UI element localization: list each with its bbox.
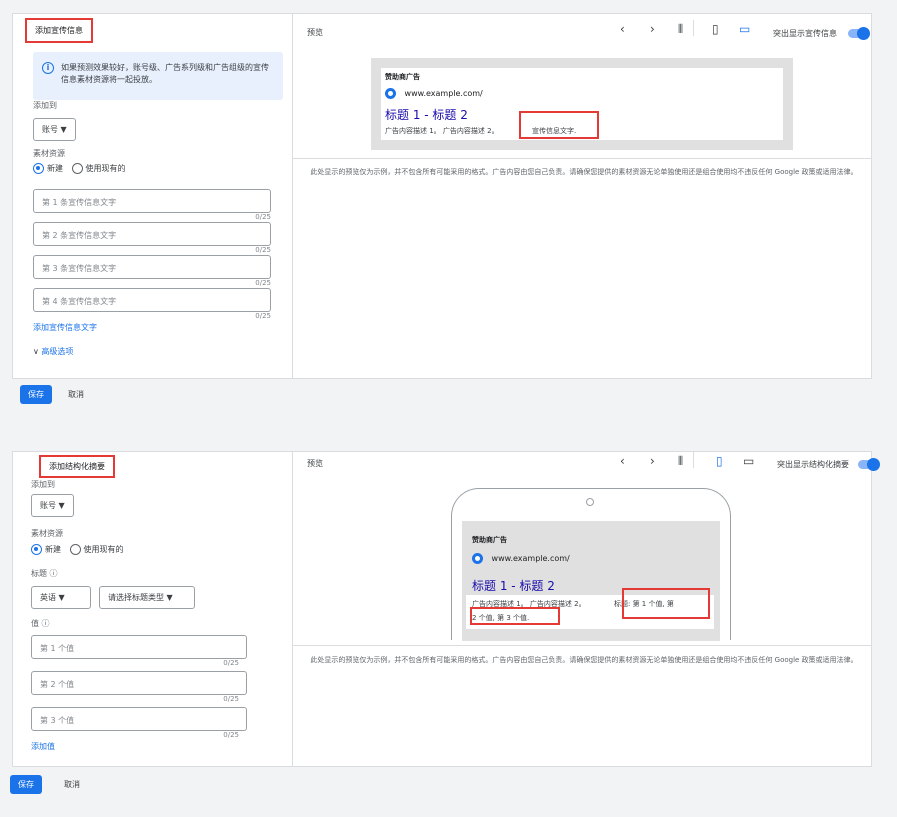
- desktop-icon[interactable]: ▭: [743, 454, 754, 468]
- save-button[interactable]: 保存: [20, 385, 52, 404]
- counter-1: 0/25: [223, 659, 239, 667]
- source-radio-group: 新建 使用现有的: [31, 544, 130, 555]
- value-input-1[interactable]: 第 1 个值: [31, 635, 247, 659]
- source-label: 素材资源: [31, 529, 63, 538]
- callout-panel: 添加宣传信息 i 如果预测效果较好，账号级、广告系列级和广告组级的宣传信息素材资…: [12, 13, 872, 379]
- ad-header: 赞助商广告: [472, 535, 507, 545]
- value-input-2[interactable]: 第 2 个值: [31, 671, 247, 695]
- preview-disclaimer: 此处显示的预览仅为示例，并不包含所有可能采用的格式。广告内容由您自己负责。请确保…: [310, 656, 858, 664]
- callout-form: 添加宣传信息 i 如果预测效果较好，账号级、广告系列级和广告组级的宣传信息素材资…: [13, 14, 293, 378]
- radio-existing-label: 使用现有的: [85, 164, 126, 173]
- cancel-button[interactable]: 取消: [64, 779, 80, 790]
- divider: [693, 452, 694, 468]
- add-value-link[interactable]: 添加值: [31, 741, 55, 752]
- panel-title: 添加结构化摘要: [39, 455, 115, 478]
- snippet-form: 添加结构化摘要 添加到 账号 ▼ 素材资源 新建 使用现有的 标题 ⓘ 英语 ▼…: [13, 452, 293, 766]
- ad-url: www.example.com/: [491, 554, 570, 563]
- cancel-button[interactable]: 取消: [68, 389, 84, 400]
- radio-new-label: 新建: [47, 164, 63, 173]
- preview-label: 预览: [307, 28, 323, 37]
- preview-separator: [293, 645, 871, 646]
- ad-url-row: www.example.com/: [472, 553, 570, 564]
- save-button[interactable]: 保存: [10, 775, 42, 794]
- ad-headline[interactable]: 标题 1 - 标题 2: [385, 106, 468, 123]
- radio-existing[interactable]: [69, 544, 81, 555]
- next-icon[interactable]: ›: [650, 22, 655, 36]
- radio-new[interactable]: [33, 163, 44, 174]
- mobile-icon[interactable]: ▯: [716, 454, 723, 468]
- info-box: i 如果预测效果较好，账号级、广告系列级和广告组级的宣传信息素材资源将一起投放。: [33, 52, 283, 100]
- preview-label: 预览: [307, 459, 323, 468]
- desktop-icon[interactable]: ▭: [739, 22, 750, 36]
- ad-url-row: www.example.com/: [385, 88, 483, 99]
- highlight-box-1: [622, 588, 710, 619]
- highlight-toggle-label: 突出显示宣传信息: [773, 29, 837, 38]
- highlight-toggle[interactable]: [858, 458, 880, 471]
- preview-disclaimer: 此处显示的预览仅为示例，并不包含所有可能采用的格式。广告内容由您自己负责。请确保…: [310, 168, 858, 176]
- counter-2: 0/25: [223, 695, 239, 703]
- add-callout-link[interactable]: 添加宣传信息文字: [33, 322, 97, 333]
- radio-new-label: 新建: [45, 545, 61, 554]
- radio-new[interactable]: [31, 544, 42, 555]
- columns-icon[interactable]: ⫴: [678, 22, 683, 37]
- language-dropdown[interactable]: 英语 ▼: [31, 586, 91, 609]
- source-radio-group: 新建 使用现有的: [33, 163, 132, 174]
- structured-snippet-panel: 添加结构化摘要 添加到 账号 ▼ 素材资源 新建 使用现有的 标题 ⓘ 英语 ▼…: [12, 451, 880, 767]
- panel-title: 添加宣传信息: [25, 18, 93, 43]
- phone-camera-icon: [586, 498, 594, 506]
- prev-icon[interactable]: ‹: [620, 454, 625, 468]
- advanced-options-toggle[interactable]: ∨ 高级选项: [33, 346, 73, 357]
- header-label: 标题 ⓘ: [31, 569, 58, 578]
- counter-1: 0/25: [255, 213, 271, 221]
- highlight-box-2: [470, 607, 560, 625]
- value-input-3[interactable]: 第 3 个值: [31, 707, 247, 731]
- ad-headline[interactable]: 标题 1 - 标题 2: [472, 577, 555, 594]
- next-icon[interactable]: ›: [650, 454, 655, 468]
- highlight-toggle-label: 突出显示结构化摘要: [777, 460, 849, 469]
- counter-2: 0/25: [255, 246, 271, 254]
- callout-input-4[interactable]: 第 4 条宣传信息文字: [33, 288, 271, 312]
- counter-3: 0/25: [255, 279, 271, 287]
- sponsored-label: 赞助商广告: [472, 536, 507, 544]
- callout-input-1[interactable]: 第 1 条宣传信息文字: [33, 189, 271, 213]
- preview-pane: 预览 ‹ › ⫴ ▯ ▭ 突出显示结构化摘要 赞助商广告 www.example…: [293, 452, 880, 766]
- add-to-label: 添加到: [33, 101, 57, 110]
- highlight-toggle[interactable]: [848, 27, 870, 40]
- preview-separator: [293, 158, 871, 159]
- divider: [693, 20, 694, 36]
- account-dropdown[interactable]: 账号 ▼: [33, 118, 76, 141]
- callout-input-2[interactable]: 第 2 条宣传信息文字: [33, 222, 271, 246]
- values-label: 值 ⓘ: [31, 619, 50, 628]
- callout-input-3[interactable]: 第 3 条宣传信息文字: [33, 255, 271, 279]
- columns-icon[interactable]: ⫴: [678, 454, 683, 469]
- source-label: 素材资源: [33, 149, 65, 158]
- radio-existing-label: 使用现有的: [83, 545, 124, 554]
- radio-existing[interactable]: [71, 163, 83, 174]
- info-text: 如果预测效果较好，账号级、广告系列级和广告组级的宣传信息素材资源将一起投放。: [61, 63, 269, 84]
- ad-description: 广告内容描述 1。 广告内容描述 2。: [385, 127, 499, 135]
- mobile-icon[interactable]: ▯: [712, 22, 719, 36]
- sponsored-label: 赞助商广告: [385, 73, 420, 81]
- info-icon: i: [42, 62, 54, 74]
- prev-icon[interactable]: ‹: [620, 22, 625, 36]
- counter-4: 0/25: [255, 312, 271, 320]
- highlight-box: [519, 111, 599, 139]
- globe-icon: [472, 553, 483, 564]
- globe-icon: [385, 88, 396, 99]
- preview-pane: 预览 ‹ › ⫴ ▯ ▭ 突出显示宣传信息 赞助商广告 www.example.…: [293, 14, 871, 378]
- header-type-dropdown[interactable]: 请选择标题类型 ▼: [99, 586, 195, 609]
- counter-3: 0/25: [223, 731, 239, 739]
- add-to-label: 添加到: [31, 480, 55, 489]
- advanced-options-label: 高级选项: [41, 347, 74, 356]
- ad-url: www.example.com/: [404, 89, 483, 98]
- account-dropdown[interactable]: 账号 ▼: [31, 494, 74, 517]
- chevron-down-icon: ∨: [33, 347, 39, 356]
